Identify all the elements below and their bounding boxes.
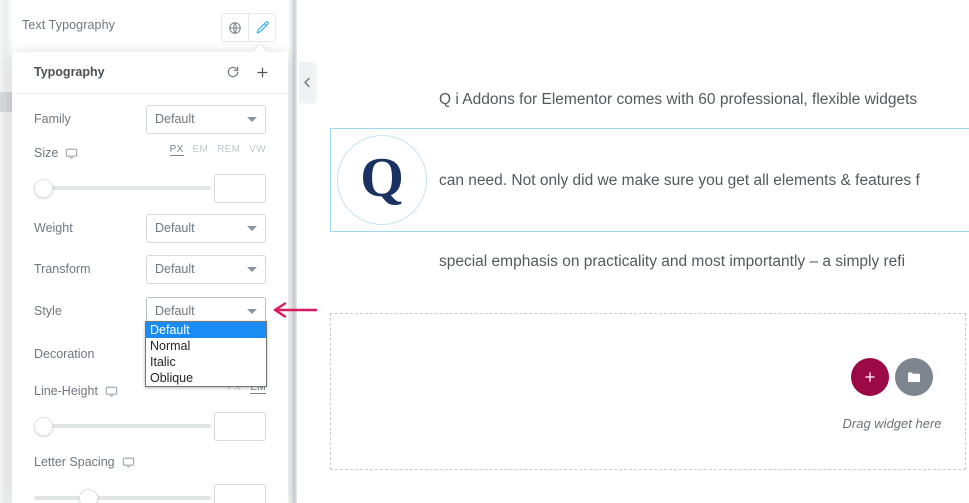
widget-text-line: Q i Addons for Elementor comes with 60 p…	[439, 90, 918, 108]
weight-value: Default	[155, 221, 195, 235]
letter-spacing-input[interactable]	[214, 483, 266, 503]
letter-spacing-slider-row	[34, 478, 266, 503]
size-slider-thumb[interactable]	[34, 178, 53, 198]
chevron-down-icon	[247, 308, 257, 314]
plus-icon	[257, 67, 267, 77]
text-typography-control: Text Typography	[12, 0, 288, 52]
family-select[interactable]: Default	[146, 104, 266, 134]
decoration-label: Decoration	[34, 347, 95, 361]
field-transform: Transform Default	[34, 248, 266, 290]
style-option-normal[interactable]: Normal	[146, 338, 266, 354]
folder-icon	[908, 372, 920, 382]
style-label: Style	[34, 304, 62, 318]
template-library-button[interactable]	[895, 358, 933, 396]
transform-value: Default	[155, 262, 195, 276]
line-height-slider-row	[34, 406, 266, 446]
letter-spacing-slider-thumb[interactable]	[79, 488, 98, 503]
icon-box-widget[interactable]: Q Q i Addons for Elementor comes with 60…	[330, 91, 969, 270]
pencil-icon	[256, 21, 269, 34]
desktop-icon[interactable]	[105, 385, 118, 398]
field-family: Family Default	[34, 100, 266, 138]
popover-header: Typography	[12, 52, 288, 94]
family-value: Default	[155, 112, 195, 126]
chevron-left-icon	[304, 77, 310, 87]
q-logo-icon: Q	[360, 147, 404, 209]
family-label: Family	[34, 112, 71, 126]
weight-select[interactable]: Default	[146, 213, 266, 243]
typography-popover: Typography Family Default Size PX EM REM…	[12, 52, 288, 503]
size-input[interactable]	[214, 173, 266, 203]
size-label: Size	[34, 146, 146, 160]
letter-spacing-label-text: Letter Spacing	[34, 455, 115, 469]
style-option-default[interactable]: Default	[146, 322, 266, 338]
size-slider-row	[34, 168, 266, 208]
transform-label: Transform	[34, 262, 91, 276]
panel-collapse-tab[interactable]	[299, 62, 315, 102]
widget-text-line: special emphasis on practicality and mos…	[439, 252, 906, 270]
desktop-icon[interactable]	[122, 456, 135, 469]
field-letter-spacing-header: Letter Spacing	[34, 446, 266, 478]
transform-select[interactable]: Default	[146, 254, 266, 284]
dropzone-hint: Drag widget here	[842, 416, 942, 431]
size-slider-track	[34, 186, 211, 190]
style-dropdown-options[interactable]: Default Normal Italic Oblique	[145, 321, 267, 387]
size-slider[interactable]	[34, 177, 211, 199]
size-unit-vw[interactable]: VW	[249, 144, 266, 156]
line-height-input[interactable]	[214, 411, 266, 441]
widget-dropzone[interactable]: Drag widget here	[330, 313, 966, 470]
size-units: PX EM REM VW	[169, 144, 266, 156]
pencil-icon-button[interactable]	[248, 14, 275, 41]
popover-actions	[221, 60, 274, 84]
panel-scroll-rail[interactable]	[0, 0, 12, 503]
weight-label: Weight	[34, 221, 73, 235]
line-height-slider-thumb[interactable]	[34, 416, 53, 436]
letter-spacing-label: Letter Spacing	[34, 455, 135, 469]
add-style-button[interactable]	[250, 60, 274, 84]
icon-circle: Q	[337, 135, 427, 225]
widget-text-line: can need. Not only did we make sure you …	[439, 171, 920, 189]
plus-icon	[865, 372, 875, 382]
desktop-icon[interactable]	[65, 147, 78, 160]
popover-caret	[252, 45, 268, 53]
dropzone-buttons	[851, 358, 933, 396]
size-label-text: Size	[34, 146, 59, 160]
widget-text-content: Q i Addons for Elementor comes with 60 p…	[439, 32, 969, 329]
globe-icon	[229, 21, 241, 34]
add-section-button[interactable]	[851, 358, 889, 396]
field-weight: Weight Default	[34, 208, 266, 248]
size-unit-px[interactable]: PX	[169, 144, 184, 156]
globe-icon-button[interactable]	[222, 14, 248, 41]
typography-control-buttons	[221, 13, 276, 42]
control-label: Text Typography	[22, 18, 115, 32]
chevron-down-icon	[247, 266, 257, 272]
size-unit-em[interactable]: EM	[193, 144, 209, 156]
chevron-down-icon	[247, 225, 257, 231]
panel-right-border	[288, 0, 297, 503]
line-height-label: Line-Height	[34, 384, 146, 398]
preview-canvas: Q Q i Addons for Elementor comes with 60…	[297, 0, 969, 503]
typography-fields: Family Default Size PX EM REM VW Weight …	[12, 100, 288, 503]
reset-icon	[227, 66, 239, 78]
popover-title: Typography	[34, 65, 105, 79]
line-height-slider-track	[34, 424, 211, 428]
style-option-italic[interactable]: Italic	[146, 354, 266, 370]
chevron-down-icon	[247, 116, 257, 122]
style-value: Default	[155, 304, 195, 318]
size-unit-rem[interactable]: REM	[217, 144, 240, 156]
field-size-header: Size PX EM REM VW	[34, 138, 266, 168]
style-option-oblique[interactable]: Oblique	[146, 370, 266, 386]
letter-spacing-slider[interactable]	[34, 487, 211, 503]
line-height-label-text: Line-Height	[34, 384, 98, 398]
reset-style-button[interactable]	[221, 60, 245, 84]
editor-settings-panel: Text Typography Typography Family Defaul…	[0, 0, 297, 503]
letter-spacing-slider-track	[34, 496, 211, 500]
line-height-slider[interactable]	[34, 415, 211, 437]
panel-scroll-thumb[interactable]	[0, 92, 12, 112]
